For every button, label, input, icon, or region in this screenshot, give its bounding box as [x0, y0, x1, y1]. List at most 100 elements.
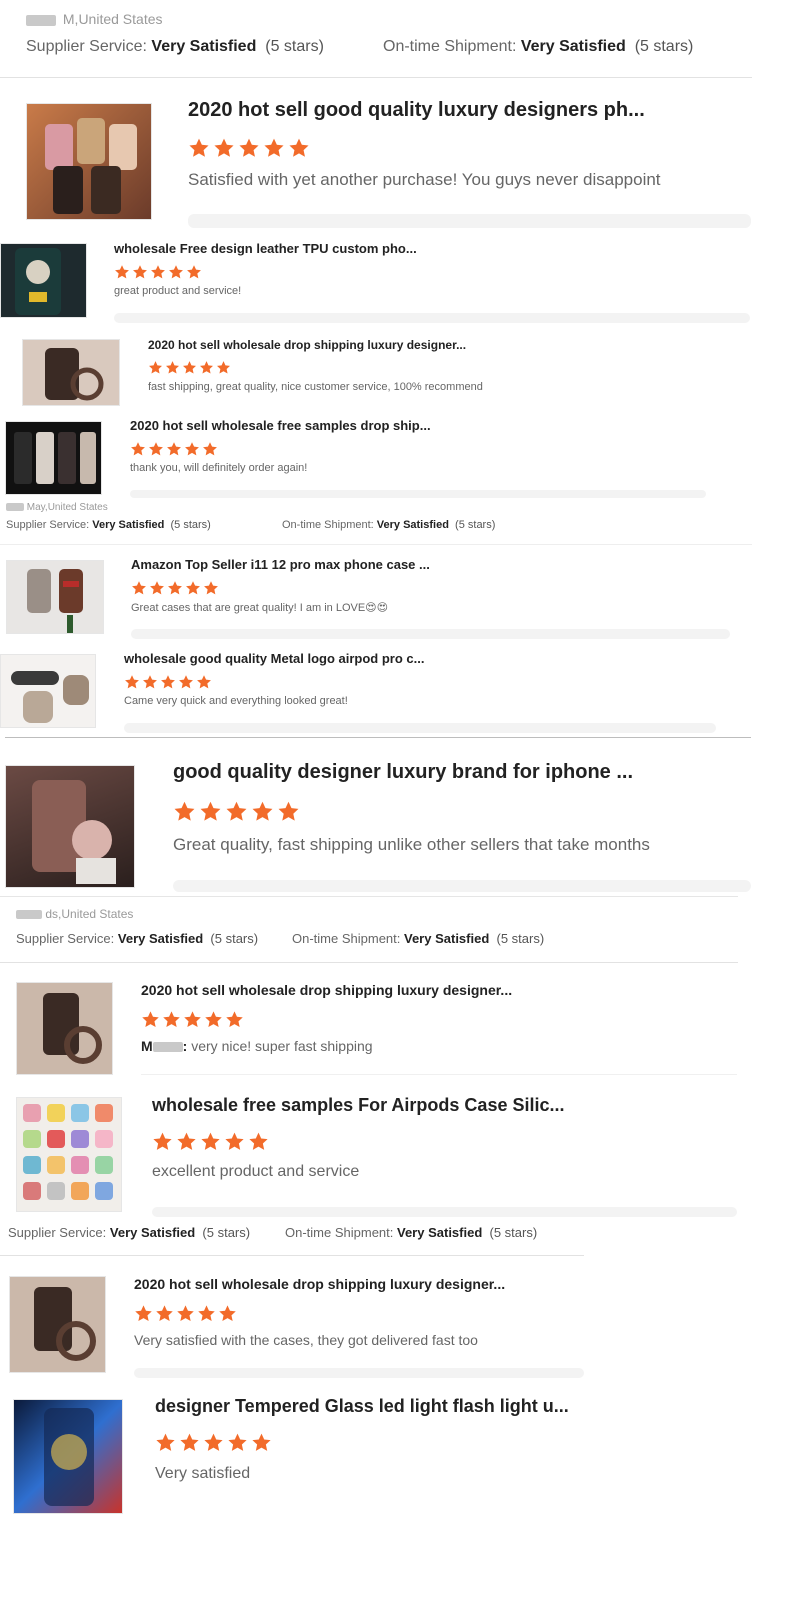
- star-icon: [214, 138, 234, 157]
- star-icon: [249, 1132, 268, 1150]
- airpod-case-image: [11, 671, 89, 723]
- star-icon: [198, 1305, 215, 1322]
- star-icon: [167, 442, 181, 456]
- product-title[interactable]: wholesale good quality Metal logo airpod…: [124, 651, 724, 666]
- review-text: M: very nice! super fast shipping: [141, 1038, 731, 1054]
- rating-summary: Supplier Service: Very Satisfied (5 star…: [16, 931, 258, 946]
- reviewer-location: May,United States: [6, 502, 108, 513]
- product-title[interactable]: designer Tempered Glass led light flash …: [155, 1396, 735, 1417]
- star-icon: [177, 1132, 196, 1150]
- phone-cases-image: [45, 118, 137, 214]
- star-rating: [124, 674, 214, 690]
- shipment-label: On-time Shipment:: [383, 38, 517, 55]
- rating-summary-shipment: On-time Shipment: Very Satisfied (5 star…: [292, 931, 544, 946]
- supplier-stars-text: (5 stars): [210, 931, 259, 946]
- star-icon: [278, 801, 299, 821]
- review-text: Great quality, fast shipping unlike othe…: [173, 835, 650, 854]
- star-icon: [131, 442, 145, 456]
- star-icon: [226, 801, 247, 821]
- luxury-case-image: [32, 780, 116, 884]
- star-icon: [174, 801, 195, 821]
- star-icon: [219, 1305, 236, 1322]
- supplier-stars-text: (5 stars): [265, 38, 324, 55]
- product-title[interactable]: wholesale free samples For Airpods Case …: [152, 1095, 732, 1116]
- product-title[interactable]: good quality designer luxury brand for i…: [173, 761, 733, 784]
- product-title[interactable]: Amazon Top Seller i11 12 pro max phone c…: [131, 557, 731, 572]
- product-title[interactable]: 2020 hot sell wholesale drop shipping lu…: [148, 338, 748, 352]
- location-text: May,United States: [26, 502, 108, 513]
- rating-summary: Supplier Service: Very Satisfied (5 star…: [26, 38, 324, 56]
- product-image[interactable]: [5, 765, 135, 888]
- rating-summary: Supplier Service: Very Satisfied (5 star…: [8, 1225, 250, 1240]
- supplier-service-label: Supplier Service:: [8, 1225, 107, 1240]
- star-rating: [173, 800, 303, 823]
- product-image[interactable]: [0, 654, 96, 728]
- divider: [0, 544, 752, 545]
- star-icon: [150, 581, 164, 595]
- star-icon: [185, 442, 199, 456]
- reply-bar: [114, 313, 750, 323]
- product-image[interactable]: [13, 1399, 123, 1514]
- product-image[interactable]: [16, 982, 113, 1075]
- rating-summary-shipment: On-time Shipment: Very Satisfied (5 star…: [285, 1225, 537, 1240]
- product-title[interactable]: wholesale Free design leather TPU custom…: [114, 241, 714, 256]
- shipment-value: Very Satisfied: [520, 38, 626, 55]
- product-title[interactable]: 2020 hot sell wholesale free samples dro…: [130, 418, 730, 433]
- supplier-service-label: Supplier Service:: [6, 519, 90, 531]
- product-title[interactable]: 2020 hot sell good quality luxury design…: [188, 99, 728, 122]
- divider: [141, 1074, 737, 1075]
- product-title[interactable]: 2020 hot sell wholesale drop shipping lu…: [134, 1276, 584, 1292]
- product-image[interactable]: [0, 243, 87, 318]
- supplier-service-label: Supplier Service:: [26, 38, 147, 55]
- review-text-body: very nice! super fast shipping: [191, 1038, 373, 1054]
- star-icon: [252, 1433, 271, 1451]
- star-icon: [142, 1011, 159, 1028]
- star-icon: [149, 442, 163, 456]
- product-image[interactable]: [16, 1097, 122, 1212]
- star-icon: [163, 1011, 180, 1028]
- masked-name: [16, 910, 42, 920]
- star-icon: [143, 675, 157, 689]
- review-text: Very satisfied: [155, 1465, 251, 1482]
- product-image[interactable]: [22, 339, 120, 406]
- rating-summary-shipment: On-time Shipment: Very Satisfied (5 star…: [383, 38, 693, 56]
- star-icon: [179, 675, 193, 689]
- product-image[interactable]: [9, 1276, 106, 1373]
- star-icon: [200, 361, 213, 374]
- location-text: M,United States: [62, 11, 163, 27]
- star-icon: [151, 265, 165, 279]
- supplier-service-value: Very Satisfied: [92, 519, 165, 531]
- star-icon: [135, 1305, 152, 1322]
- star-icon: [186, 581, 200, 595]
- product-image[interactable]: [5, 421, 102, 495]
- product-image[interactable]: [6, 560, 104, 634]
- reviewer-location: ds,United States: [16, 907, 133, 921]
- star-icon: [180, 1433, 199, 1451]
- ring-case-image: [43, 993, 102, 1064]
- star-rating: [114, 264, 204, 280]
- star-rating: [188, 137, 313, 159]
- lanyard-case-image: [27, 569, 83, 633]
- star-rating: [152, 1131, 272, 1152]
- divider: [0, 962, 738, 963]
- star-icon: [217, 361, 230, 374]
- product-title[interactable]: 2020 hot sell wholesale drop shipping lu…: [141, 982, 731, 998]
- ring-case-image: [45, 348, 104, 401]
- star-icon: [156, 1433, 175, 1451]
- star-icon: [226, 1011, 243, 1028]
- supplier-service-value: Very Satisfied: [109, 1225, 196, 1240]
- rating-summary: Supplier Service: Very Satisfied (5 star…: [6, 519, 211, 531]
- star-icon: [205, 1011, 222, 1028]
- star-icon: [115, 265, 129, 279]
- review-text: Very satisfied with the cases, they got …: [134, 1332, 478, 1348]
- star-icon: [289, 138, 309, 157]
- reply-bar: [188, 214, 751, 228]
- star-icon: [189, 138, 209, 157]
- star-icon: [166, 361, 179, 374]
- star-icon: [228, 1433, 247, 1451]
- product-image[interactable]: [26, 103, 152, 220]
- airpods-cases-grid-image: [23, 1104, 113, 1200]
- star-icon: [264, 138, 284, 157]
- supplier-stars-text: (5 stars): [202, 1225, 251, 1240]
- star-icon: [225, 1132, 244, 1150]
